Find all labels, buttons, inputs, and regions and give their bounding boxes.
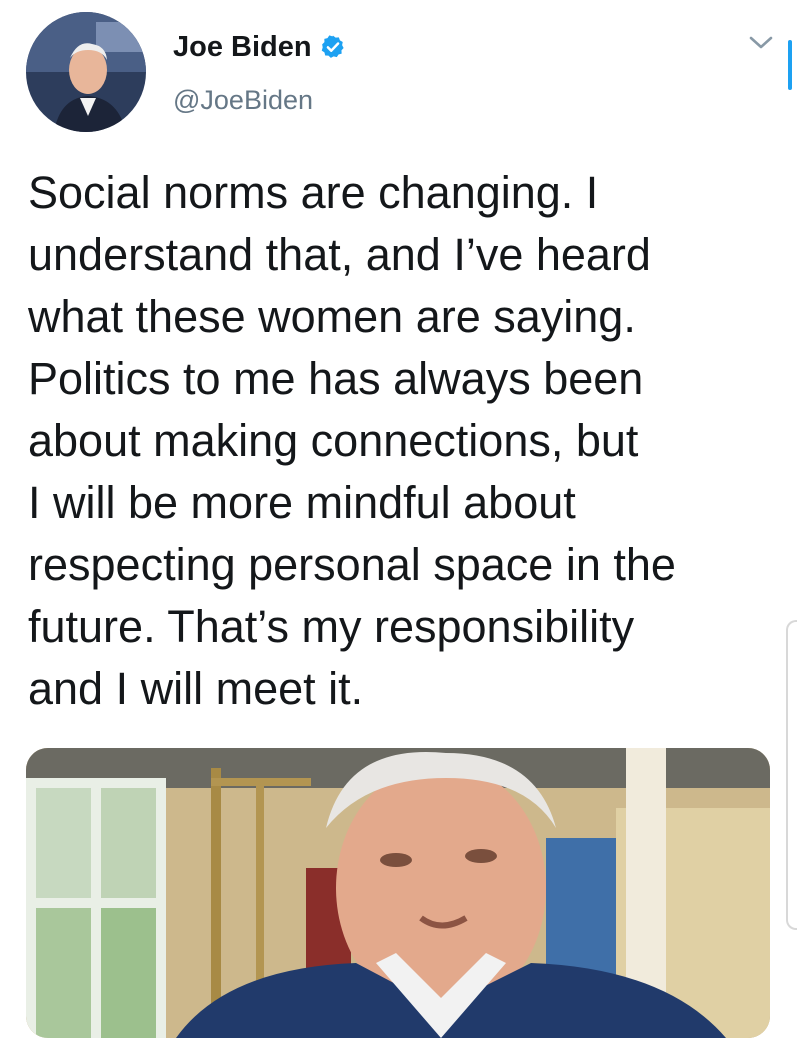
- tweet-media-video[interactable]: [26, 748, 770, 1038]
- scroll-indicator: [788, 40, 792, 90]
- author-display-name[interactable]: Joe Biden: [173, 31, 312, 64]
- author-name-row[interactable]: Joe Biden: [173, 30, 346, 64]
- verified-badge-icon: [320, 34, 346, 60]
- avatar-photo: [26, 12, 146, 132]
- tweet-text: Social norms are changing. I understand …: [28, 167, 676, 714]
- author-handle[interactable]: @JoeBiden: [173, 85, 313, 116]
- edge-handle: [786, 620, 797, 930]
- chevron-down-icon[interactable]: [748, 34, 774, 52]
- video-thumbnail: [26, 748, 770, 1038]
- author-avatar[interactable]: [26, 12, 146, 132]
